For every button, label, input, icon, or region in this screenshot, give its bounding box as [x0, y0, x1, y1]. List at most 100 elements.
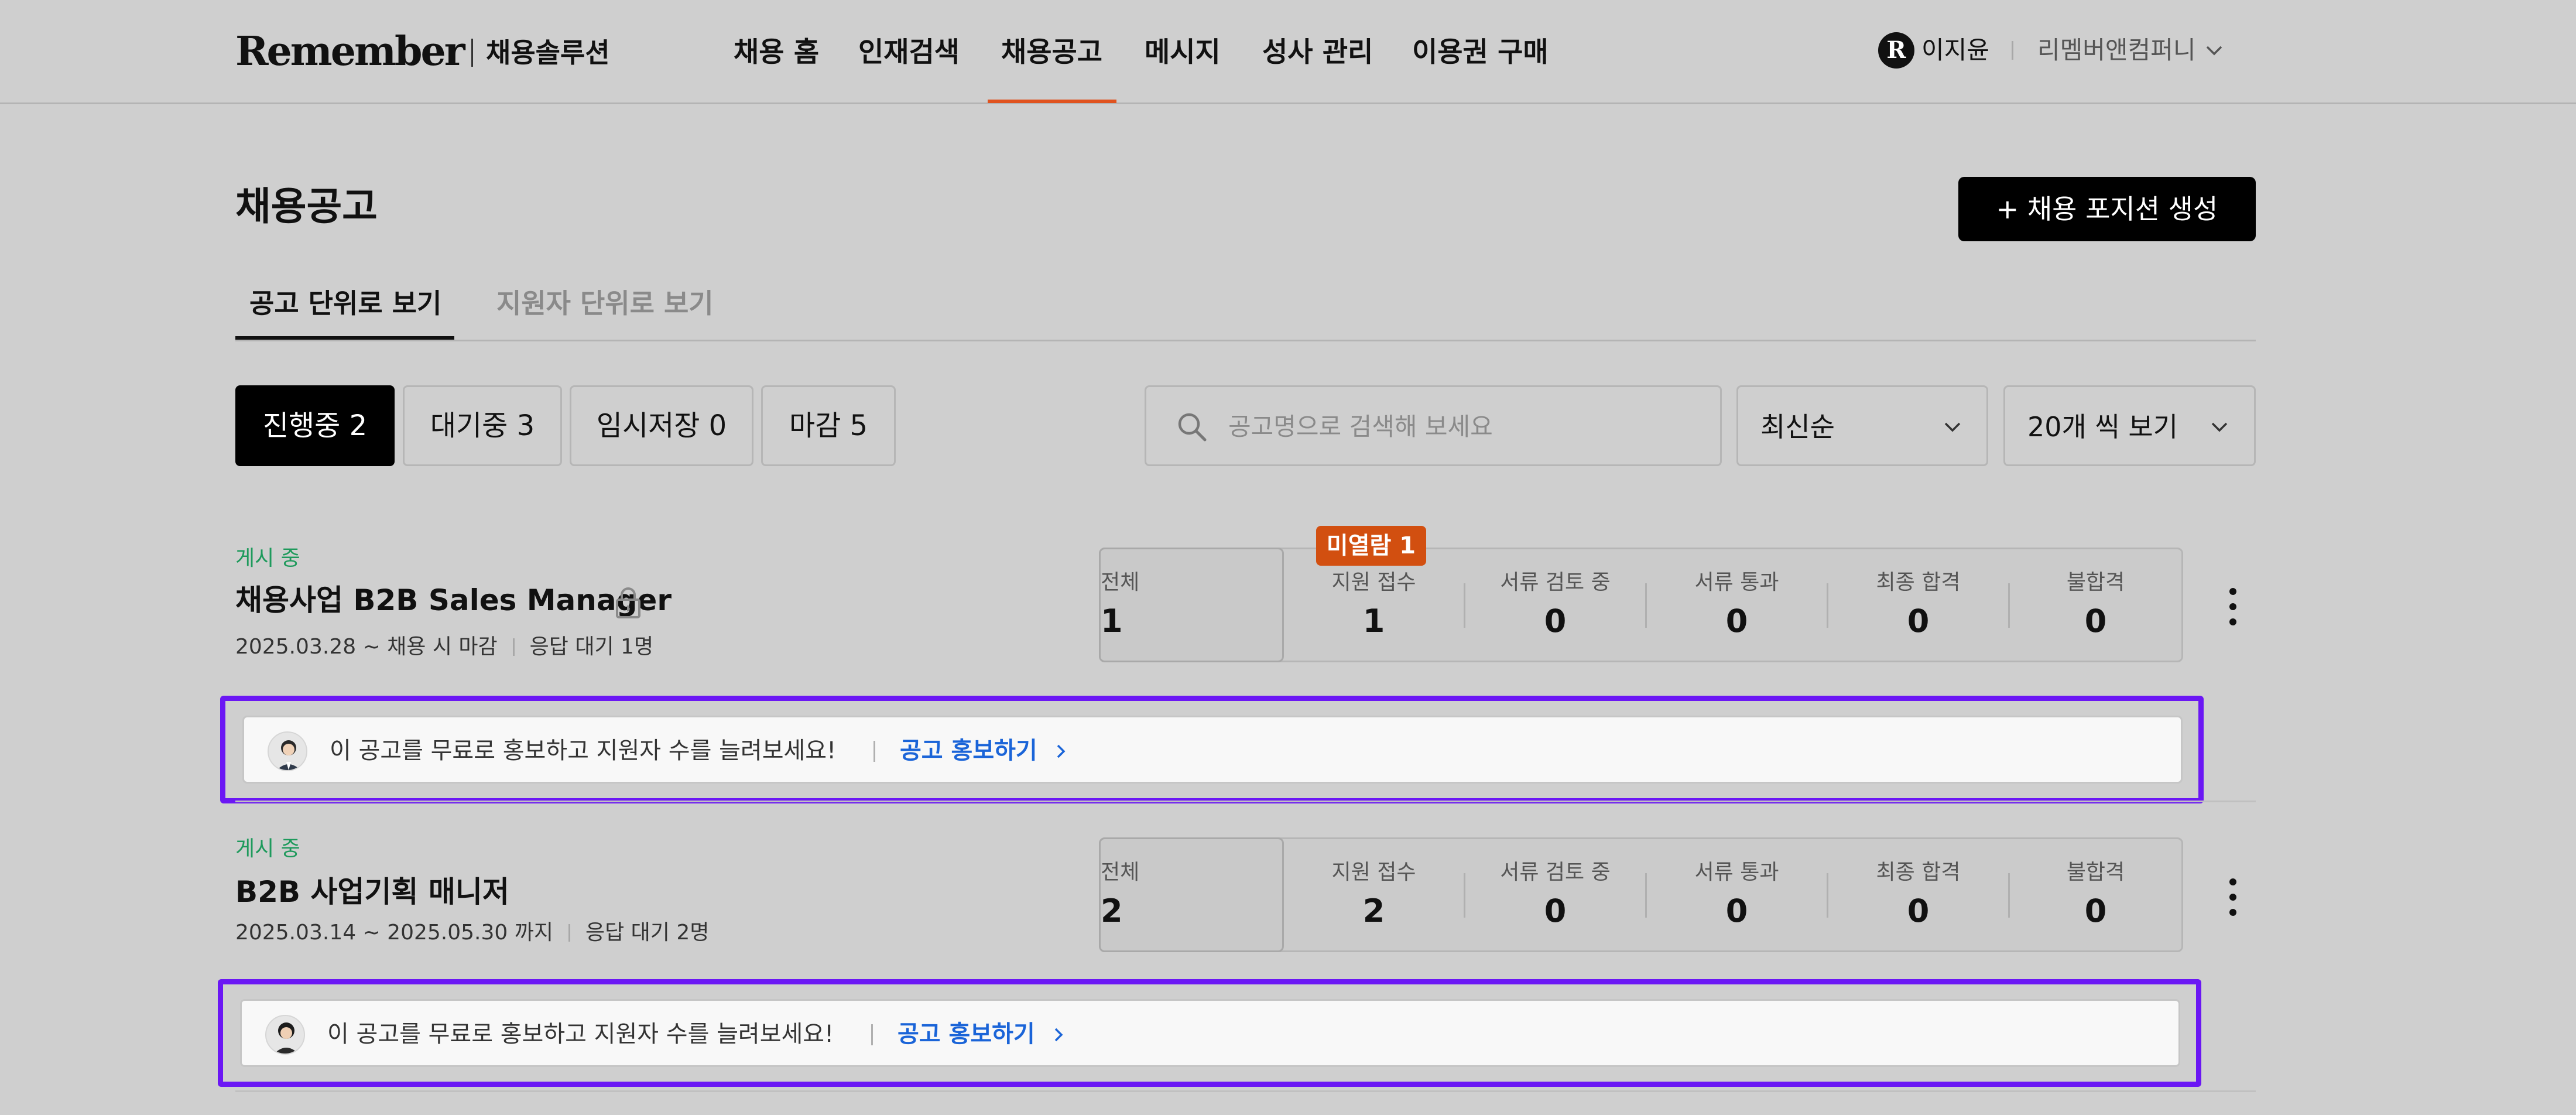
stat-value: 0: [1907, 892, 1930, 929]
promo-banner[interactable]: 이 공고를 무료로 홍보하고 지원자 수를 늘려보세요! 공고 홍보하기: [242, 716, 2183, 784]
filter-closed[interactable]: 마감 5: [761, 385, 896, 466]
promo-banner[interactable]: 이 공고를 무료로 홍보하고 지원자 수를 늘려보세요! 공고 홍보하기: [240, 999, 2180, 1067]
chevron-down-icon[interactable]: [2202, 39, 2226, 62]
page-title: 채용공고: [235, 184, 378, 229]
stat-label: 불합격: [2066, 860, 2125, 884]
stat-label: 지원 접수: [1331, 860, 1416, 884]
stat-label: 전체: [1101, 860, 1140, 884]
stat-label: 서류 검토 중: [1500, 570, 1611, 594]
company-selector[interactable]: 리멤버앤컴퍼니: [2037, 33, 2195, 68]
tab-view-by-applicant[interactable]: 지원자 단위로 보기: [496, 286, 714, 321]
stat-value: 0: [1544, 892, 1567, 929]
stat-label: 불합격: [2066, 570, 2125, 594]
job-meta: 2025.03.28 ~ 채용 시 마감 응답 대기 1명: [235, 632, 653, 662]
page-size-select-value: 20개 씩 보기: [2027, 411, 2178, 443]
stat-label: 서류 검토 중: [1500, 860, 1611, 884]
nav-talent-search[interactable]: 인재검색: [858, 34, 960, 71]
more-options-icon[interactable]: [2221, 874, 2245, 921]
job-pending-responses: 응답 대기 1명: [529, 635, 654, 659]
applicant-stats-panel: 전체 1 지원 접수 1 서류 검토 중 0 서류 통과 0 최종 합격 0 불…: [1099, 548, 2183, 662]
remember-logo[interactable]: Remember: [235, 25, 465, 78]
stat-label: 최종 합격: [1876, 570, 1961, 594]
stat-screening[interactable]: 서류 검토 중 0: [1465, 549, 1645, 661]
row-divider: [235, 801, 2256, 802]
promo-divider: [871, 1024, 873, 1045]
stat-screen-passed[interactable]: 서류 통과 0: [1647, 549, 1827, 661]
stat-label: 서류 통과: [1694, 860, 1779, 884]
promote-posting-link[interactable]: 공고 홍보하기: [898, 1018, 1035, 1050]
nav-purchase-pass[interactable]: 이용권 구매: [1412, 34, 1549, 71]
logo-subtitle: 채용솔루션: [486, 37, 610, 69]
stat-applications[interactable]: 지원 접수 2: [1284, 839, 1464, 950]
nav-hire-management[interactable]: 성사 관리: [1262, 34, 1373, 71]
chevron-down-icon: [1944, 422, 1961, 432]
stat-label: 지원 접수: [1331, 570, 1416, 594]
stat-value: 0: [2084, 892, 2107, 929]
job-title[interactable]: 채용사업 B2B Sales Manager: [235, 581, 672, 620]
nav-recruit-home[interactable]: 채용 홈: [734, 34, 819, 71]
promo-message: 이 공고를 무료로 홍보하고 지원자 수를 늘려보세요!: [330, 737, 837, 764]
stat-rejected[interactable]: 불합격 0: [2010, 839, 2181, 950]
stat-value: 0: [1907, 603, 1930, 639]
chevron-down-icon: [2211, 422, 2228, 432]
active-nav-indicator: [988, 100, 1116, 103]
stat-final-pass[interactable]: 최종 합격 0: [1828, 839, 2008, 950]
stat-value: 0: [2084, 603, 2107, 639]
meta-divider: [512, 638, 515, 656]
job-period: 2025.03.28 ~ 채용 시 마감: [235, 635, 498, 659]
job-title[interactable]: B2B 사업기획 매니저: [235, 873, 509, 911]
search-placeholder: 공고명으로 검색해 보세요: [1228, 412, 1493, 441]
meta-divider: [568, 924, 570, 942]
create-position-button[interactable]: + 채용 포지션 생성: [1958, 177, 2256, 241]
filter-draft[interactable]: 임시저장 0: [570, 385, 753, 466]
stat-label: 전체: [1101, 570, 1140, 594]
stat-total[interactable]: 전체 2: [1099, 837, 1284, 952]
stat-label: 서류 통과: [1694, 570, 1779, 594]
stat-rejected[interactable]: 불합격 0: [2010, 549, 2181, 661]
tabs-divider: [235, 340, 2256, 341]
stat-label: 최종 합격: [1876, 860, 1961, 884]
chevron-right-icon[interactable]: [1050, 1024, 1067, 1045]
applicant-stats-panel: 전체 2 지원 접수 2 서류 검토 중 0 서류 통과 0 최종 합격 0 불…: [1099, 837, 2183, 952]
stat-value: 1: [1101, 603, 1123, 639]
search-input[interactable]: 공고명으로 검색해 보세요: [1145, 385, 1722, 466]
stat-screening[interactable]: 서류 검토 중 0: [1465, 839, 1645, 950]
search-icon: [1178, 413, 1207, 442]
more-options-icon[interactable]: [2221, 583, 2245, 630]
unread-badge: 미열람 1: [1316, 526, 1426, 566]
promo-highlight-box: 이 공고를 무료로 홍보하고 지원자 수를 늘려보세요! 공고 홍보하기: [218, 979, 2201, 1087]
filter-in-progress[interactable]: 진행중 2: [235, 385, 395, 466]
stat-final-pass[interactable]: 최종 합격 0: [1828, 549, 2008, 661]
promote-posting-link[interactable]: 공고 홍보하기: [900, 735, 1037, 767]
job-status: 게시 중: [235, 546, 300, 570]
filter-waiting[interactable]: 대기중 3: [403, 385, 562, 466]
lock-icon: [616, 587, 640, 618]
stat-applications[interactable]: 지원 접수 1: [1284, 549, 1464, 661]
sort-select[interactable]: 최신순: [1736, 385, 1988, 466]
stat-value: 0: [1544, 603, 1567, 639]
user-name[interactable]: 이지윤: [1921, 33, 1989, 68]
stat-value: 2: [1362, 892, 1385, 929]
job-period: 2025.03.14 ~ 2025.05.30 까지: [235, 921, 553, 945]
avatar: [265, 1015, 305, 1055]
nav-messages[interactable]: 메시지: [1145, 34, 1221, 71]
stat-value: 0: [1725, 603, 1748, 639]
job-status: 게시 중: [235, 837, 300, 861]
job-pending-responses: 응답 대기 2명: [585, 921, 710, 945]
promo-divider: [873, 741, 875, 762]
promo-message: 이 공고를 무료로 홍보하고 지원자 수를 늘려보세요!: [327, 1021, 834, 1048]
nav-job-postings[interactable]: 채용공고: [1001, 34, 1102, 71]
user-company-logo[interactable]: R: [1878, 32, 1914, 69]
logo-divider: [471, 39, 473, 67]
page-size-select[interactable]: 20개 씩 보기: [2003, 385, 2256, 466]
job-meta: 2025.03.14 ~ 2025.05.30 까지 응답 대기 2명: [235, 918, 709, 948]
chevron-right-icon[interactable]: [1052, 741, 1070, 762]
stat-value: 0: [1725, 892, 1748, 929]
promo-highlight-box: 이 공고를 무료로 홍보하고 지원자 수를 늘려보세요! 공고 홍보하기: [220, 696, 2204, 803]
sort-select-value: 최신순: [1760, 411, 1835, 443]
tab-view-by-posting[interactable]: 공고 단위로 보기: [249, 286, 441, 321]
stat-total[interactable]: 전체 1: [1099, 548, 1284, 662]
stat-screen-passed[interactable]: 서류 통과 0: [1647, 839, 1827, 950]
row-divider: [235, 1090, 2256, 1092]
stat-value: 2: [1101, 892, 1123, 929]
